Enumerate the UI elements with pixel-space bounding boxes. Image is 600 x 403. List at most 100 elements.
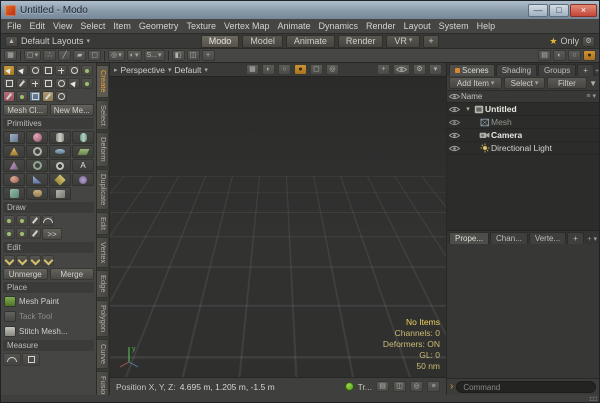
tack-tool[interactable]: Tack Tool: [3, 310, 94, 323]
bridge-tool-icon[interactable]: [29, 255, 41, 266]
wireframe-view-icon[interactable]: ○: [278, 64, 291, 75]
list-filter-icon[interactable]: ▾: [592, 92, 596, 100]
table-row-untitled[interactable]: ▾ Untitled: [447, 103, 599, 116]
bezier-tool-icon[interactable]: [16, 215, 28, 226]
primitive-dodecahedron-icon[interactable]: [3, 187, 25, 200]
primitive-pyramid-icon[interactable]: [3, 159, 25, 172]
snap-tool-icon[interactable]: [55, 91, 67, 102]
visibility-column-header[interactable]: [447, 93, 461, 100]
item-select-tool-icon[interactable]: [3, 65, 15, 76]
pen-tool-icon[interactable]: [16, 78, 28, 89]
place-section-header[interactable]: Place: [3, 282, 94, 293]
transform-tool-icon[interactable]: [55, 65, 67, 76]
layout-grid-icon[interactable]: ▦: [4, 50, 17, 61]
edges-mode-button[interactable]: ╱: [58, 50, 71, 61]
titlebar[interactable]: Untitled - Modo — □ ×: [1, 1, 599, 19]
merge-button[interactable]: Merge: [50, 268, 95, 280]
new-mesh-button[interactable]: New Me...: [50, 104, 95, 116]
element-move-button[interactable]: +: [202, 50, 215, 61]
menu-view[interactable]: View: [49, 19, 76, 33]
menu-file[interactable]: File: [3, 19, 26, 33]
action-center-tool-icon[interactable]: [81, 65, 93, 76]
primitive-plane-icon[interactable]: [72, 145, 94, 158]
table-row-camera[interactable]: Camera: [447, 129, 599, 142]
primitive-cone-icon[interactable]: [3, 145, 25, 158]
menu-item[interactable]: Item: [109, 19, 135, 33]
stitch-mesh-tool[interactable]: Stitch Mesh...: [3, 325, 94, 338]
lasso-select-tool-icon[interactable]: [3, 78, 15, 89]
status-options-icon[interactable]: ≡: [427, 381, 440, 392]
action-center-dropdown[interactable]: ◎▾: [108, 50, 125, 61]
menu-geometry[interactable]: Geometry: [135, 19, 183, 33]
tr-dropdown[interactable]: Tr...: [358, 382, 372, 392]
arc-tool-icon[interactable]: [42, 215, 54, 226]
airbrush-tool-icon[interactable]: [3, 91, 15, 102]
primitive-tube-icon[interactable]: [26, 159, 48, 172]
add-panel-tab-button[interactable]: +: [577, 64, 594, 76]
menu-select[interactable]: Select: [76, 19, 109, 33]
close-button[interactable]: ×: [570, 4, 597, 17]
mesh-paint-tool[interactable]: Mesh Paint: [3, 295, 94, 308]
quad-view-icon[interactable]: ▦: [246, 64, 259, 75]
bevel-tool-icon[interactable]: [42, 78, 54, 89]
vtab-edit[interactable]: Edit: [97, 212, 109, 235]
display-settings-icon[interactable]: ▤: [376, 381, 389, 392]
tab-render[interactable]: Render: [338, 35, 384, 48]
vtab-create[interactable]: Create: [97, 65, 109, 98]
tab-vertex-maps[interactable]: Verte...: [529, 232, 566, 244]
curve-fill-tool-icon[interactable]: [29, 228, 41, 239]
weld-tool-icon[interactable]: [42, 255, 54, 266]
maximize-button[interactable]: □: [549, 4, 569, 17]
overlay-toggle-icon[interactable]: ◎: [326, 64, 339, 75]
menu-vertex-map[interactable]: Vertex Map: [220, 19, 274, 33]
filter-dropdown[interactable]: Filter: [547, 77, 587, 89]
primitive-cylinder-icon[interactable]: [49, 131, 71, 144]
primitive-teapot-icon[interactable]: [26, 187, 48, 200]
vtab-select[interactable]: Select: [97, 100, 109, 131]
menu-render[interactable]: Render: [362, 19, 400, 33]
eye-icon[interactable]: [393, 64, 410, 75]
table-row-mesh[interactable]: Mesh: [447, 116, 599, 129]
vtab-duplicate[interactable]: Duplicate: [97, 169, 109, 210]
command-input[interactable]: [456, 381, 596, 393]
menu-system[interactable]: System: [435, 19, 473, 33]
items-mode-button[interactable]: ▢: [88, 50, 101, 61]
camera-view-dropdown[interactable]: Perspective ▾: [121, 65, 172, 75]
hair-tool-icon[interactable]: [42, 91, 54, 102]
primitive-spikey-icon[interactable]: [72, 173, 94, 186]
select-dropdown[interactable]: Select ▾: [504, 77, 544, 89]
falloff-tool-icon[interactable]: [68, 65, 80, 76]
tab-groups[interactable]: Groups: [538, 64, 576, 76]
angle-measure-tool-icon[interactable]: [3, 353, 21, 366]
minimize-button[interactable]: —: [528, 4, 548, 17]
dimension-tool-icon[interactable]: [22, 353, 40, 366]
vtab-vertex[interactable]: Vertex: [97, 237, 109, 268]
name-column-header[interactable]: Name: [461, 92, 482, 101]
menu-texture[interactable]: Texture: [182, 19, 220, 33]
panel-menu-icon[interactable]: ▾: [593, 235, 597, 243]
visibility-toggle[interactable]: [447, 132, 461, 139]
record-icon[interactable]: ◎: [410, 381, 423, 392]
tab-properties[interactable]: Prope...: [449, 232, 489, 244]
snapping-dropdown[interactable]: S...▾: [144, 50, 165, 61]
viewport-canvas[interactable]: y No Items Channels: 0 Deformers: ON GL:…: [110, 77, 446, 377]
primitives-section-header[interactable]: Primitives: [3, 118, 94, 129]
draw-section-header[interactable]: Draw: [3, 202, 94, 213]
primitive-sphere-icon[interactable]: [26, 131, 48, 144]
vtab-fusion[interactable]: Fusion: [97, 371, 109, 395]
filter-funnel-icon[interactable]: ▼: [589, 79, 597, 88]
expander-icon[interactable]: ▾: [464, 105, 472, 113]
viewport-gear-icon[interactable]: ⚙: [413, 64, 426, 75]
solid-sketch-icon[interactable]: [49, 187, 71, 200]
slice-tool-icon[interactable]: [29, 78, 41, 89]
primitive-ellipsoid-icon[interactable]: [3, 173, 25, 186]
menu-edit[interactable]: Edit: [26, 19, 50, 33]
table-row-directional-light[interactable]: Directional Light: [447, 142, 599, 155]
menu-animate[interactable]: Animate: [273, 19, 314, 33]
tab-modo[interactable]: Modo: [201, 35, 240, 48]
primitive-capsule-icon[interactable]: [72, 131, 94, 144]
primitive-cube-icon[interactable]: [3, 131, 25, 144]
visibility-toggle[interactable]: [447, 106, 461, 113]
star-icon[interactable]: ★: [549, 36, 557, 47]
vtab-deform[interactable]: Deform: [97, 132, 109, 167]
